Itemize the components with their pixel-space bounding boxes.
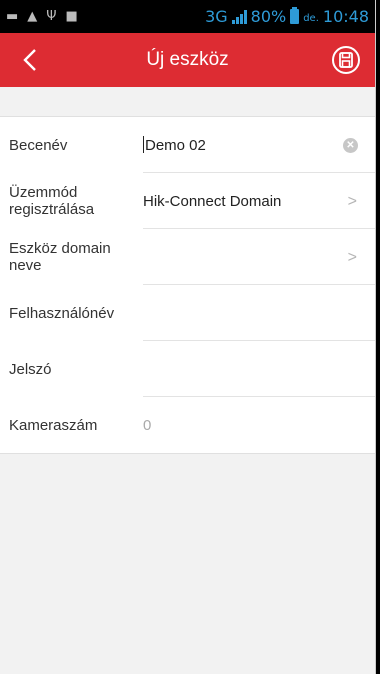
notification-icons: ▬ ▲ Ψ ■	[6, 10, 78, 23]
app-header: Új eszköz	[0, 33, 375, 87]
battery-percent: 80%	[250, 7, 287, 26]
device-domain-label: Eszköz domain neve	[9, 240, 111, 274]
device-domain-row[interactable]: Eszköz domain neve >	[0, 229, 375, 285]
back-button[interactable]	[18, 45, 42, 75]
status-bar: ▬ ▲ Ψ ■ 3G 80% de. 10:48	[0, 0, 375, 33]
camera-count-row: Kameraszám 0	[0, 397, 375, 453]
username-label: Felhasználónév	[9, 304, 115, 322]
back-arrow-icon	[23, 49, 36, 71]
password-row: Jelszó	[0, 341, 375, 397]
chevron-right-icon: >	[347, 193, 357, 210]
time-prefix: de.	[303, 13, 319, 24]
registration-mode-row[interactable]: Üzemmód regisztrálása Hik-Connect Domain…	[0, 173, 375, 229]
text-cursor	[143, 136, 144, 153]
top-spacer	[0, 87, 375, 116]
save-button[interactable]	[331, 45, 361, 75]
usb-icon: Ψ	[46, 9, 57, 24]
device-form: Becenév Demo 02 ✕ Üzemmód regisztrálása …	[0, 116, 375, 454]
app-screen: ▬ ▲ Ψ ■ 3G 80% de. 10:48 Új eszköz Becen…	[0, 0, 376, 674]
warning-icon: ▲	[27, 9, 38, 24]
chevron-right-icon: >	[347, 249, 357, 266]
network-type: 3G	[205, 7, 228, 26]
password-label: Jelszó	[9, 360, 52, 378]
camera-count-value: 0	[143, 416, 152, 434]
nickname-input[interactable]: Demo 02	[143, 136, 375, 154]
registration-mode-value: Hik-Connect Domain	[143, 192, 282, 210]
battery-icon	[290, 7, 300, 24]
save-icon	[332, 46, 360, 74]
nickname-label: Becenév	[9, 136, 68, 154]
nickname-value: Demo 02	[145, 137, 206, 154]
registration-mode-label: Üzemmód regisztrálása	[9, 184, 95, 218]
camera-count-label: Kameraszám	[9, 416, 98, 434]
page-title: Új eszköz	[146, 49, 229, 70]
nickname-row: Becenév Demo 02 ✕	[0, 117, 375, 173]
username-row: Felhasználónév	[0, 285, 375, 341]
image-notification-icon: ▬	[6, 9, 19, 24]
system-indicators: 3G 80% de. 10:48	[205, 7, 369, 26]
clear-icon[interactable]: ✕	[343, 138, 358, 153]
clock: 10:48	[322, 7, 369, 26]
signal-icon	[231, 9, 247, 24]
sd-card-icon: ■	[65, 9, 78, 24]
